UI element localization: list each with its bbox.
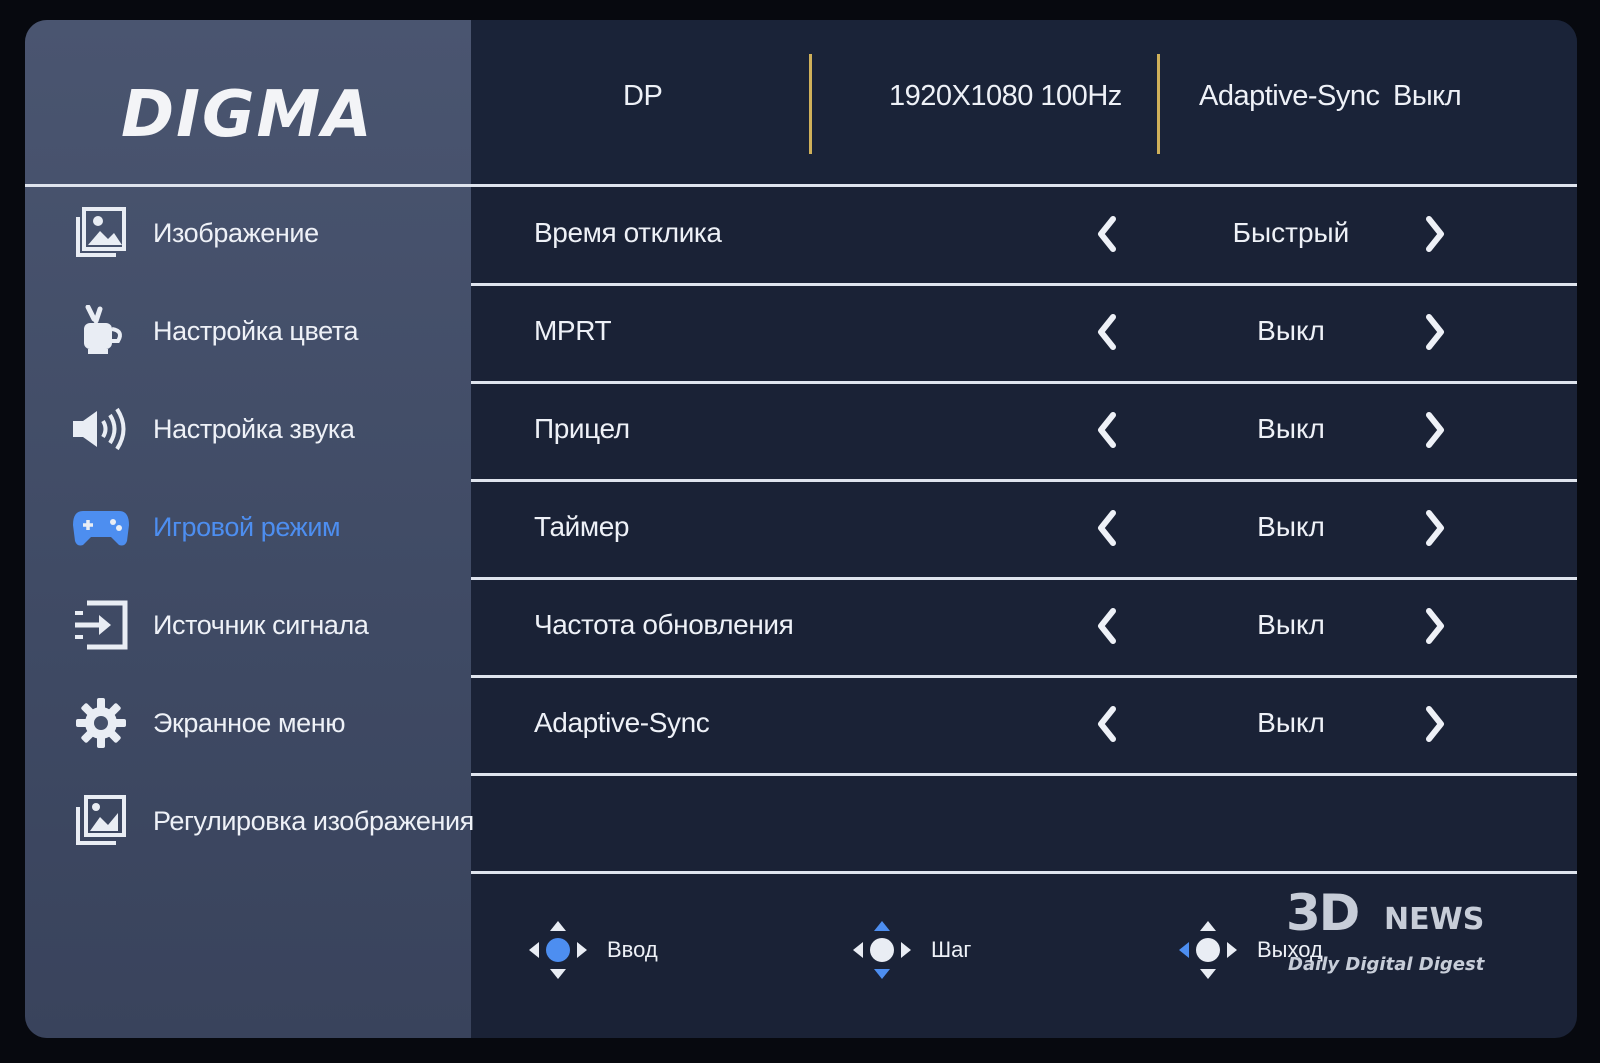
sidebar-item-osd-menu[interactable]: Экранное меню <box>71 693 346 753</box>
sidebar-item-input-source[interactable]: Источник сигнала <box>71 595 369 655</box>
image-adjust-icon <box>71 795 131 847</box>
setting-value: Выкл <box>1257 315 1325 346</box>
setting-value: Выкл <box>1257 609 1325 640</box>
setting-row-refresh-rate[interactable]: Частота обновления Выкл <box>471 579 1577 678</box>
sidebar-item-game-mode[interactable]: Игровой режим <box>71 497 341 557</box>
gear-icon <box>71 697 131 749</box>
setting-value: Быстрый <box>1232 217 1350 248</box>
sidebar-item-image[interactable]: Изображение <box>71 203 319 263</box>
setting-label: Таймер <box>534 511 630 542</box>
legend-enter: Ввод <box>527 920 658 980</box>
setting-row-adaptive-sync[interactable]: Adaptive-Sync Выкл <box>471 677 1577 776</box>
resolution-status: 1920X1080 100Hz <box>889 80 1122 112</box>
watermark-logo: 3D <box>1286 884 1360 942</box>
chevron-left-icon[interactable] <box>1095 705 1119 743</box>
chevron-right-icon[interactable] <box>1423 607 1447 645</box>
sidebar-item-label: Игровой режим <box>153 511 341 542</box>
setting-value: Выкл <box>1257 707 1325 738</box>
status-separator <box>1157 54 1160 154</box>
chevron-right-icon[interactable] <box>1423 509 1447 547</box>
setting-label: Время отклика <box>534 217 722 248</box>
setting-label: MPRT <box>534 315 612 346</box>
status-bar: DP 1920X1080 100Hz Adaptive-Sync Выкл <box>471 20 1577 184</box>
brand-logo: DIGMA <box>121 78 374 152</box>
input-status: DP <box>623 80 663 112</box>
row-divider <box>471 871 1577 874</box>
adaptive-sync-status-value: Выкл <box>1393 80 1462 112</box>
setting-row-mprt[interactable]: MPRT Выкл <box>471 285 1577 384</box>
sidebar-item-color[interactable]: Настройка цвета <box>71 301 359 361</box>
joystick-exit-icon <box>1179 921 1237 979</box>
setting-row-response-time[interactable]: Время отклика Быстрый <box>471 187 1577 286</box>
chevron-left-icon[interactable] <box>1095 411 1119 449</box>
chevron-right-icon[interactable] <box>1423 313 1447 351</box>
sidebar-item-label: Настройка звука <box>153 413 355 444</box>
watermark-news: NEWS <box>1384 902 1485 937</box>
setting-label: Частота обновления <box>534 609 794 640</box>
sidebar-item-sound[interactable]: Настройка звука <box>71 399 355 459</box>
status-separator <box>809 54 812 154</box>
sidebar-item-label: Изображение <box>153 217 319 248</box>
adaptive-sync-status-label: Adaptive-Sync <box>1199 80 1380 112</box>
input-source-icon <box>71 599 131 651</box>
joystick-step-icon <box>853 921 911 979</box>
sidebar-item-label: Экранное меню <box>153 707 346 738</box>
color-palette-icon <box>71 305 131 357</box>
speaker-icon <box>71 403 131 455</box>
gamepad-icon <box>71 501 131 553</box>
joystick-enter-icon <box>529 921 587 979</box>
watermark-tagline: Daily Digital Digest <box>1288 954 1485 975</box>
sidebar-item-label: Источник сигнала <box>153 609 369 640</box>
setting-label: Adaptive-Sync <box>534 707 710 738</box>
setting-row-empty <box>471 775 1577 874</box>
sidebar-item-image-adjust[interactable]: Регулировка изображения <box>71 791 474 851</box>
3dnews-watermark: 3D NEWS Daily Digital Digest <box>1268 880 1538 990</box>
chevron-left-icon[interactable] <box>1095 215 1119 253</box>
chevron-right-icon[interactable] <box>1423 215 1447 253</box>
legend-enter-label: Ввод <box>607 937 658 962</box>
setting-row-crosshair[interactable]: Прицел Выкл <box>471 383 1577 482</box>
sidebar-item-label: Настройка цвета <box>153 315 359 346</box>
chevron-right-icon[interactable] <box>1423 411 1447 449</box>
setting-label: Прицел <box>534 413 630 444</box>
setting-value: Выкл <box>1257 511 1325 542</box>
sidebar: DIGMA Изображение Настройка цвета Настро… <box>25 20 474 1038</box>
chevron-left-icon[interactable] <box>1095 509 1119 547</box>
setting-value: Выкл <box>1257 413 1325 444</box>
sidebar-item-label: Регулировка изображения <box>153 805 474 836</box>
chevron-left-icon[interactable] <box>1095 607 1119 645</box>
chevron-right-icon[interactable] <box>1423 705 1447 743</box>
chevron-left-icon[interactable] <box>1095 313 1119 351</box>
legend-step-label: Шаг <box>931 937 972 962</box>
legend-step: Шаг <box>851 920 971 980</box>
image-icon <box>71 207 131 259</box>
setting-row-timer[interactable]: Таймер Выкл <box>471 481 1577 580</box>
